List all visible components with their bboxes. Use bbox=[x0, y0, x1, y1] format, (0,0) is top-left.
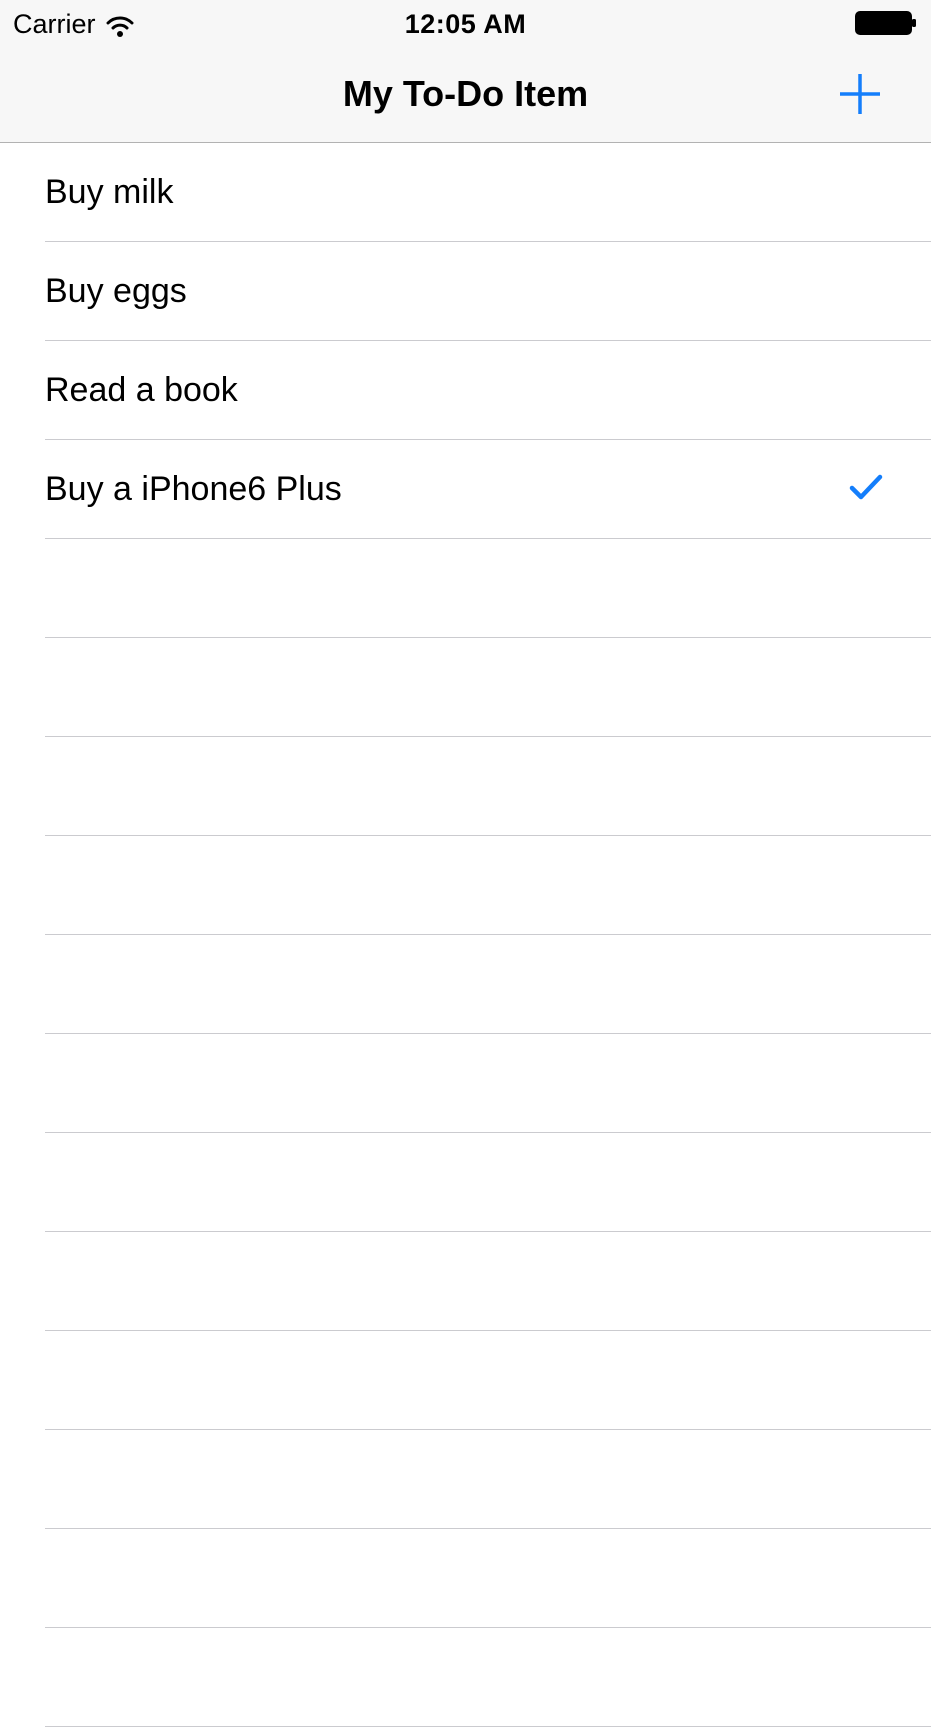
empty-row bbox=[0, 1232, 931, 1331]
empty-row bbox=[0, 1430, 931, 1529]
empty-row bbox=[0, 1529, 931, 1628]
battery-full-icon bbox=[855, 11, 917, 35]
empty-row bbox=[0, 1331, 931, 1430]
todo-item-row[interactable]: Buy eggs bbox=[0, 242, 931, 341]
empty-row bbox=[0, 1133, 931, 1232]
todo-item-row[interactable]: Read a book bbox=[0, 341, 931, 440]
empty-row bbox=[0, 1034, 931, 1133]
todo-item-label: Buy eggs bbox=[45, 272, 187, 310]
add-item-button[interactable] bbox=[837, 71, 883, 117]
todo-item-row[interactable]: Buy milk bbox=[0, 143, 931, 242]
empty-row bbox=[0, 539, 931, 638]
todo-item-label: Buy a iPhone6 Plus bbox=[45, 470, 342, 508]
empty-row bbox=[0, 1628, 931, 1727]
navigation-bar: Carrier 12:05 AM My To-Do Item bbox=[0, 0, 931, 143]
todo-item-label: Buy milk bbox=[45, 173, 174, 211]
todo-list: Buy milk Buy eggs Read a book Buy a iPhone6… bbox=[0, 143, 931, 1727]
page-title: My To-Do Item bbox=[342, 73, 589, 114]
empty-row bbox=[0, 935, 931, 1034]
checkmark-icon bbox=[849, 474, 883, 500]
empty-row bbox=[0, 836, 931, 935]
plus-icon bbox=[840, 74, 880, 114]
empty-row bbox=[0, 737, 931, 836]
todo-item-row[interactable]: Buy a iPhone6 Plus bbox=[0, 440, 931, 539]
status-time: 12:05 AM bbox=[404, 9, 527, 39]
empty-row bbox=[0, 638, 931, 737]
todo-item-label: Read a book bbox=[45, 371, 238, 409]
